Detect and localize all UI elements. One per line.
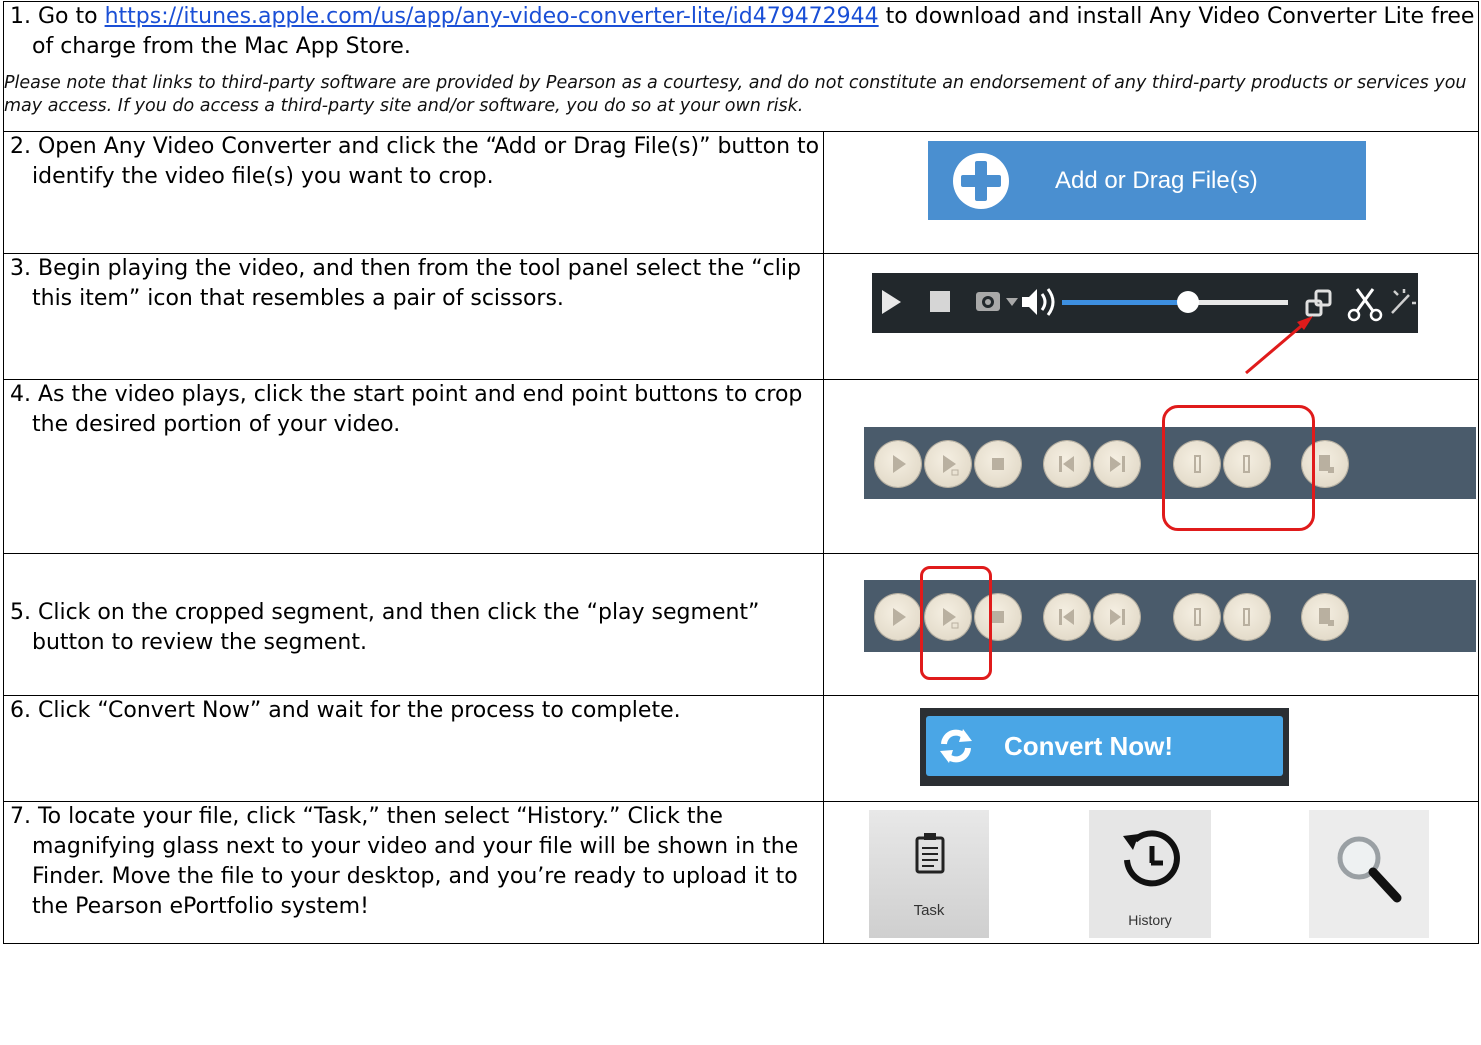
stop-button[interactable] [975, 441, 1021, 487]
app-store-link[interactable]: https://itunes.apple.com/us/app/any-vide… [105, 4, 879, 29]
step-6-text: 6. Click “Convert Now” and wait for the … [10, 698, 681, 723]
start-end-highlight [1162, 405, 1315, 531]
step-4-text-cell: 4. As the video plays, click the start p… [3, 379, 824, 554]
step-6-image-cell: Convert Now! [823, 695, 1479, 802]
instructions-document: 1. Go to https://itunes.apple.com/us/app… [3, 1, 1479, 944]
previous-button[interactable] [1044, 441, 1090, 487]
convert-now-label: Convert Now! [1004, 730, 1173, 761]
history-icon [1123, 830, 1180, 887]
task-button[interactable]: Task [869, 810, 989, 938]
next-button[interactable] [1094, 594, 1140, 640]
step-7-text: 7. To locate your file, click “Task,” th… [10, 804, 799, 919]
add-or-drag-files-label: Add or Drag File(s) [1055, 166, 1258, 194]
step-7-text-cell: 7. To locate your file, click “Task,” th… [3, 801, 824, 944]
start-point-button[interactable] [1174, 594, 1220, 640]
refresh-icon [940, 729, 972, 763]
play-button[interactable] [875, 594, 921, 640]
play-segment-button[interactable] [925, 441, 971, 487]
step-2-text-cell: 2. Open Any Video Converter and click th… [3, 131, 824, 254]
step-2-image-cell: Add or Drag File(s) [823, 131, 1479, 254]
next-button[interactable] [1094, 441, 1140, 487]
play-segment-highlight [920, 566, 992, 680]
step-5-text-cell: 5. Click on the cropped segment, and the… [3, 553, 824, 696]
magnifying-glass-icon [1337, 836, 1402, 903]
step-3-text-cell: 3. Begin playing the video, and then fro… [3, 253, 824, 380]
add-or-drag-files-button[interactable]: Add or Drag File(s) [928, 141, 1366, 220]
task-label: Task [913, 902, 945, 919]
add-segment-button[interactable] [1302, 594, 1348, 640]
step-5-image-cell [823, 553, 1479, 696]
step-1-text: 1. Go to https://itunes.apple.com/us/app… [4, 2, 1478, 62]
convert-now-frame: Convert Now! [920, 708, 1289, 786]
history-button[interactable]: History [1089, 810, 1211, 938]
step-1-cell: 1. Go to https://itunes.apple.com/us/app… [3, 1, 1479, 132]
steps-table: 1. Go to https://itunes.apple.com/us/app… [3, 1, 1479, 944]
step-3-text: 3. Begin playing the video, and then fro… [10, 256, 801, 311]
step-2-text: 2. Open Any Video Converter and click th… [10, 134, 820, 189]
third-party-note: Please note that links to third-party so… [4, 73, 1467, 116]
play-button[interactable] [875, 441, 921, 487]
end-point-button[interactable] [1224, 594, 1270, 640]
step-3-image-cell [823, 253, 1479, 380]
step-1-prefix: 1. Go to [10, 4, 105, 29]
step-7-image-cell: Task History [823, 801, 1479, 944]
step-4-image-cell [823, 379, 1479, 554]
clipboard-icon [915, 833, 945, 874]
step-6-text-cell: 6. Click “Convert Now” and wait for the … [3, 695, 824, 802]
previous-button[interactable] [1044, 594, 1090, 640]
step-4-text: 4. As the video plays, click the start p… [10, 382, 803, 437]
history-label: History [1128, 912, 1172, 928]
convert-now-button[interactable]: Convert Now! [926, 716, 1283, 776]
step-5-text: 5. Click on the cropped segment, and the… [10, 600, 760, 655]
red-arrow-pointer [1245, 316, 1313, 375]
magnifying-glass-button[interactable] [1309, 810, 1429, 938]
plus-icon [953, 152, 1009, 209]
